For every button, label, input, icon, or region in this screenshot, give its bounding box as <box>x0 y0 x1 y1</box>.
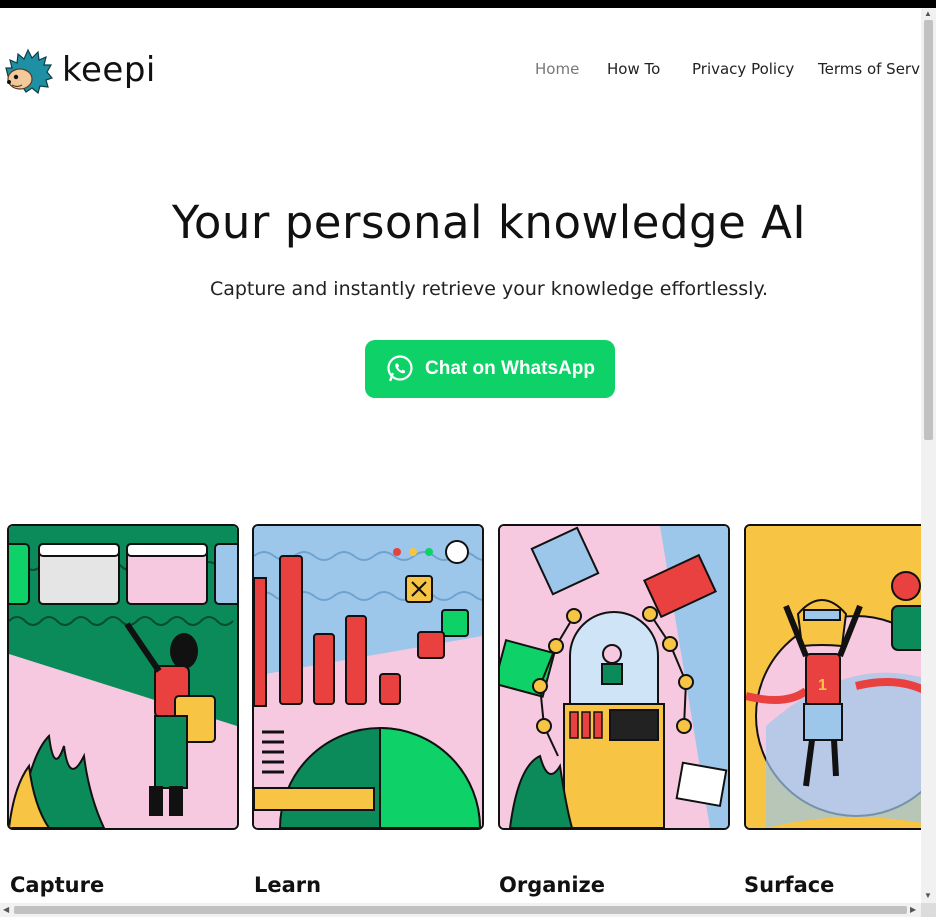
svg-text:1: 1 <box>818 677 827 694</box>
nav-home[interactable]: Home <box>535 60 579 78</box>
surface-illustration: 1 <box>746 526 936 828</box>
horizontal-scrollbar[interactable]: ◀ ▶ <box>0 903 921 917</box>
site-header: keepi Home How To Privacy Policy Terms o… <box>0 8 921 128</box>
feature-title-learn: Learn <box>254 873 322 897</box>
nav-privacy-policy[interactable]: Privacy Policy <box>692 60 794 78</box>
capture-illustration <box>9 526 237 828</box>
vertical-scroll-thumb[interactable] <box>924 20 933 440</box>
scroll-up-arrow-icon[interactable]: ▲ <box>924 9 932 18</box>
hero-title: Your personal knowledge AI <box>171 196 807 249</box>
top-black-bar <box>0 0 936 8</box>
whatsapp-icon <box>387 355 413 382</box>
feature-card-surface: 1 <box>744 524 936 830</box>
cta-label: Chat on WhatsApp <box>425 358 595 379</box>
feature-title-capture: Capture <box>10 873 105 897</box>
hero-subtitle: Capture and instantly retrieve your know… <box>209 278 769 300</box>
feature-card-organize <box>498 524 730 830</box>
organize-illustration <box>500 526 728 828</box>
feature-title-surface: Surface <box>744 873 835 897</box>
feature-card-learn <box>252 524 484 830</box>
scroll-left-arrow-icon[interactable]: ◀ <box>3 905 9 914</box>
feature-title-organize: Organize <box>499 873 606 897</box>
main-nav: Home How To Privacy Policy Terms of Serv… <box>0 60 921 82</box>
feature-card-capture <box>7 524 239 830</box>
scroll-down-arrow-icon[interactable]: ▼ <box>924 891 932 900</box>
horizontal-scroll-thumb[interactable] <box>14 906 907 914</box>
nav-how-to[interactable]: How To <box>607 60 660 78</box>
vertical-scrollbar[interactable]: ▲ ▼ <box>921 8 936 903</box>
scroll-right-arrow-icon[interactable]: ▶ <box>910 905 916 914</box>
scrollbar-corner <box>921 903 936 917</box>
learn-illustration <box>254 526 482 828</box>
nav-terms-of-service[interactable]: Terms of Service <box>818 60 921 78</box>
chat-on-whatsapp-button[interactable]: Chat on WhatsApp <box>365 340 615 398</box>
